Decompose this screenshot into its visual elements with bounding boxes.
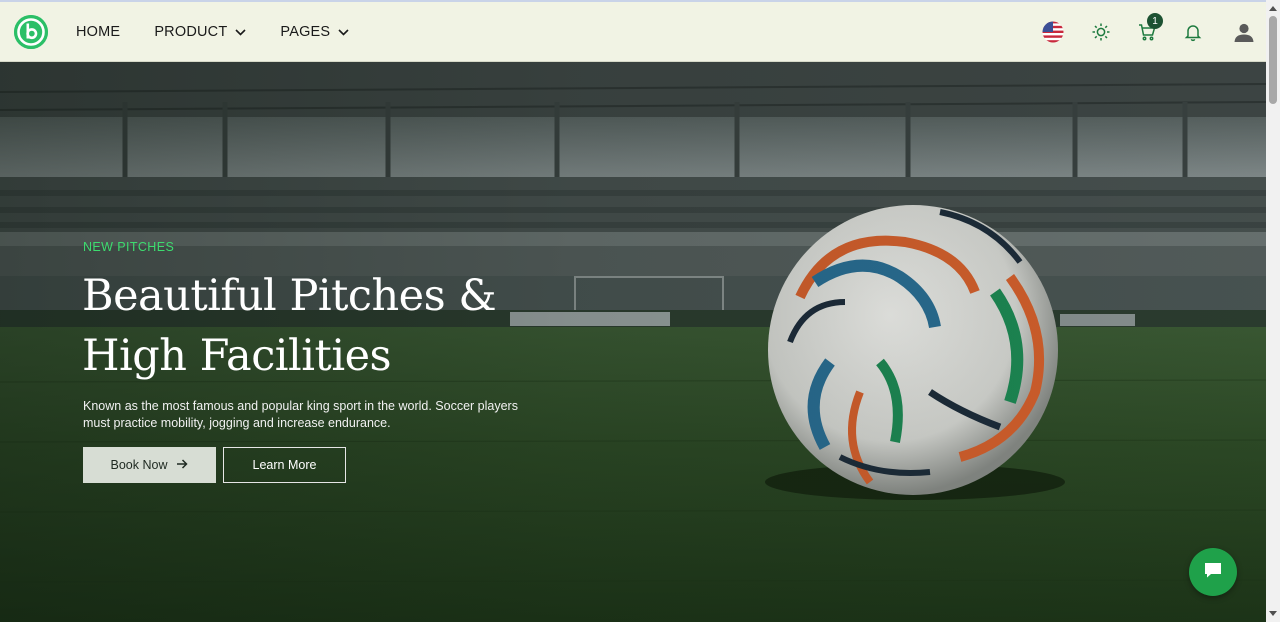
main-nav: HOME PRODUCT PAGES: [76, 2, 383, 62]
hero-eyebrow: NEW PITCHES: [83, 240, 175, 254]
user-icon[interactable]: [1232, 20, 1256, 44]
nav-item-label: PAGES: [280, 24, 331, 40]
learn-more-label: Learn More: [252, 458, 317, 472]
hero-title-line-1: Beautiful Pitches &: [82, 271, 497, 321]
top-navbar: HOME PRODUCT PAGES 1: [0, 0, 1266, 62]
cart-count-badge: 1: [1147, 13, 1163, 29]
arrow-right-icon: [176, 458, 189, 472]
chevron-down-icon: [235, 28, 246, 36]
us-flag-icon[interactable]: [1041, 20, 1065, 44]
nav-item-pages[interactable]: PAGES: [280, 24, 349, 40]
hero-section: NEW PITCHES Beautiful Pitches & High Fac…: [0, 62, 1266, 622]
sun-icon[interactable]: [1089, 20, 1113, 44]
hero-description: Known as the most famous and popular kin…: [83, 399, 518, 430]
nav-item-label: HOME: [76, 24, 121, 40]
chat-icon: [1203, 561, 1223, 584]
nav-item-home[interactable]: HOME: [76, 24, 120, 40]
page: HOME PRODUCT PAGES 1 NEW PITCHES Beautif…: [0, 0, 1280, 622]
scroll-up-arrow-icon[interactable]: [1269, 4, 1277, 12]
nav-item-label: PRODUCT: [154, 24, 228, 40]
learn-more-button[interactable]: Learn More: [223, 447, 346, 483]
book-now-button[interactable]: Book Now: [83, 447, 216, 483]
brand-logo-icon[interactable]: [14, 15, 48, 49]
book-now-label: Book Now: [110, 458, 168, 472]
chat-button[interactable]: [1189, 548, 1237, 596]
hero-title: Beautiful Pitches & High Facilities: [82, 266, 602, 386]
nav-item-product[interactable]: PRODUCT: [154, 24, 246, 40]
bell-icon[interactable]: [1181, 20, 1205, 44]
vertical-scrollbar[interactable]: [1266, 0, 1280, 622]
scroll-down-arrow-icon[interactable]: [1269, 610, 1277, 618]
chevron-down-icon: [338, 28, 349, 36]
scrollbar-thumb[interactable]: [1269, 16, 1277, 104]
hero-title-line-2: High Facilities: [82, 331, 392, 381]
